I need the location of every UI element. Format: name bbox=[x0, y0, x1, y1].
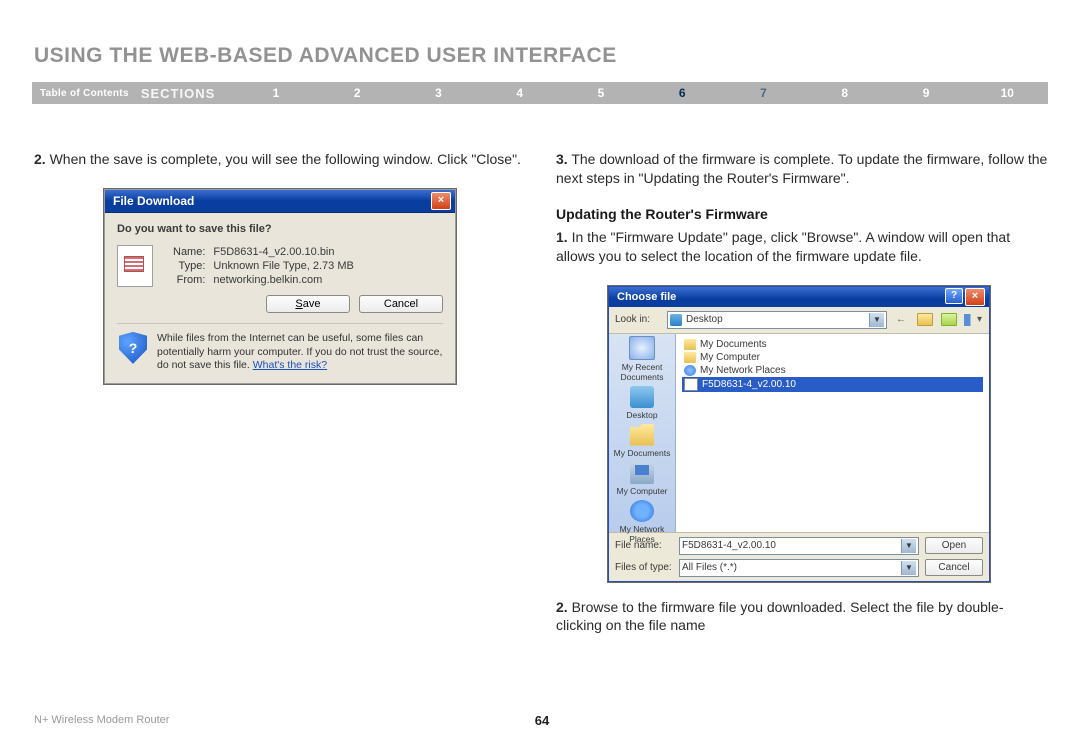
subheading-updating-firmware: Updating the Router's Firmware bbox=[556, 206, 1048, 222]
help-icon[interactable]: ? bbox=[945, 288, 963, 304]
right-step-3: 3. The download of the firmware is compl… bbox=[556, 150, 1048, 188]
file-icon bbox=[117, 245, 153, 287]
desktop-icon bbox=[670, 314, 682, 326]
chevron-down-icon[interactable]: ▼ bbox=[901, 561, 916, 575]
list-item[interactable]: My Documents bbox=[682, 338, 983, 351]
toc-link[interactable]: Table of Contents bbox=[32, 88, 141, 99]
section-nav: Table of Contents SECTIONS 1 2 3 4 5 6 7… bbox=[32, 82, 1048, 104]
close-icon[interactable]: × bbox=[965, 288, 985, 306]
filedl-titlebar: File Download × bbox=[105, 190, 455, 213]
choose-titlebar: Choose file ? × bbox=[609, 287, 989, 307]
right-step-1: 1. In the "Firmware Update" page, click … bbox=[556, 228, 1048, 266]
left-step-2: 2. When the save is complete, you will s… bbox=[34, 150, 526, 169]
page-title: USING THE WEB-BASED ADVANCED USER INTERF… bbox=[34, 44, 617, 68]
file-list[interactable]: My Documents My Computer My Network Plac… bbox=[676, 334, 989, 532]
page-number: 64 bbox=[535, 713, 549, 728]
open-button[interactable]: Open bbox=[925, 537, 983, 554]
up-folder-icon[interactable] bbox=[915, 311, 935, 329]
filesoftype-combo[interactable]: All Files (*.*)▼ bbox=[679, 559, 919, 577]
section-6[interactable]: 6 bbox=[642, 86, 723, 100]
file-download-dialog: File Download × Do you want to save this… bbox=[104, 189, 456, 384]
filedl-title: File Download bbox=[113, 194, 194, 208]
section-7[interactable]: 7 bbox=[723, 86, 804, 100]
back-icon[interactable]: ← bbox=[891, 311, 911, 329]
save-button[interactable]: Save bbox=[266, 295, 350, 313]
chevron-down-icon[interactable]: ▼ bbox=[869, 313, 884, 327]
sidebar-my-computer[interactable]: My Computer bbox=[609, 460, 675, 498]
sidebar-desktop[interactable]: Desktop bbox=[609, 384, 675, 422]
filesoftype-label: Files of type: bbox=[615, 562, 673, 573]
sections-label: SECTIONS bbox=[141, 86, 235, 101]
views-icon[interactable]: ▾ bbox=[963, 311, 983, 329]
list-item-selected[interactable]: F5D8631-4_v2.00.10 bbox=[682, 377, 983, 392]
lookin-combo[interactable]: Desktop ▼ bbox=[667, 311, 887, 329]
sidebar-recent-documents[interactable]: My Recent Documents bbox=[609, 334, 675, 384]
cancel-button[interactable]: Cancel bbox=[925, 559, 983, 576]
section-8[interactable]: 8 bbox=[804, 86, 885, 100]
choose-sidebar: My Recent Documents Desktop My Documents… bbox=[609, 334, 676, 532]
section-2[interactable]: 2 bbox=[317, 86, 398, 100]
sidebar-my-documents[interactable]: My Documents bbox=[609, 422, 675, 460]
section-1[interactable]: 1 bbox=[235, 86, 316, 100]
whats-the-risk-link[interactable]: What's the risk? bbox=[253, 359, 327, 371]
footer: N+ Wireless Modem Router 64 bbox=[34, 714, 1050, 726]
sidebar-network-places[interactable]: My Network Places bbox=[609, 498, 675, 546]
list-item[interactable]: My Network Places bbox=[682, 364, 983, 377]
shield-icon: ? bbox=[119, 332, 147, 364]
section-9[interactable]: 9 bbox=[885, 86, 966, 100]
filename-label: File name: bbox=[615, 540, 673, 551]
filedl-warning: While files from the Internet can be use… bbox=[157, 332, 443, 373]
product-name: N+ Wireless Modem Router bbox=[34, 714, 169, 726]
section-4[interactable]: 4 bbox=[479, 86, 560, 100]
filedl-question: Do you want to save this file? bbox=[117, 223, 443, 235]
right-step-2: 2. Browse to the firmware file you downl… bbox=[556, 598, 1048, 636]
close-icon[interactable]: × bbox=[431, 192, 451, 210]
filename-input[interactable]: F5D8631-4_v2.00.10▼ bbox=[679, 537, 919, 555]
choose-file-dialog: Choose file ? × Look in: Desktop ▼ ← ▾ M… bbox=[608, 286, 990, 582]
cancel-button[interactable]: Cancel bbox=[359, 295, 443, 313]
chevron-down-icon[interactable]: ▼ bbox=[901, 539, 916, 553]
list-item[interactable]: My Computer bbox=[682, 351, 983, 364]
section-10[interactable]: 10 bbox=[967, 86, 1048, 100]
section-3[interactable]: 3 bbox=[398, 86, 479, 100]
lookin-label: Look in: bbox=[615, 314, 663, 325]
section-5[interactable]: 5 bbox=[560, 86, 641, 100]
filedl-details: Name:F5D8631-4_v2.00.10.bin Type:Unknown… bbox=[169, 245, 358, 287]
new-folder-icon[interactable] bbox=[939, 311, 959, 329]
choose-title: Choose file bbox=[617, 291, 676, 303]
